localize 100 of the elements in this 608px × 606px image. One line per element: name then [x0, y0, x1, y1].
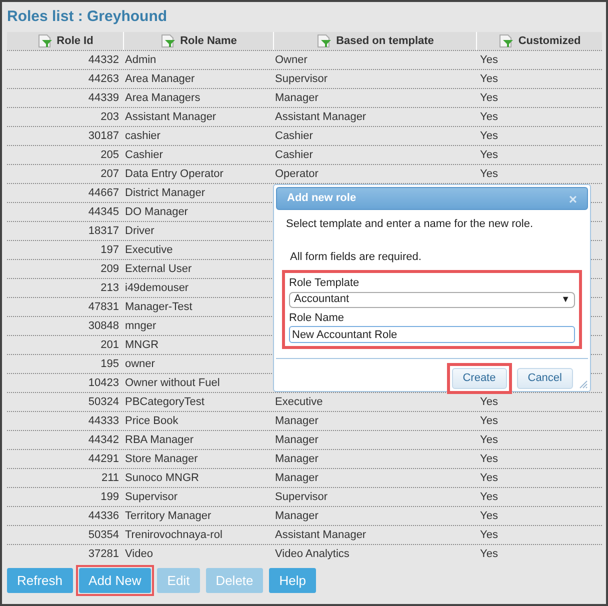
table-cell: Manager: [275, 510, 318, 522]
filter-icon[interactable]: [316, 34, 332, 48]
table-cell: Cashier: [125, 148, 163, 161]
table-cell: Manager: [275, 434, 318, 446]
table-cell: Yes: [480, 548, 498, 560]
table-cell: 44291: [88, 452, 119, 465]
table-cell: Yes: [480, 92, 498, 104]
dialog-title: Add new role: [287, 191, 356, 206]
table-cell: 50354: [88, 528, 119, 541]
name-field[interactable]: New Accountant Role: [289, 326, 575, 343]
table-cell: Area Managers: [125, 92, 200, 104]
table-cell: 44342: [88, 434, 119, 446]
table-cell: Yes: [480, 434, 498, 446]
table-cell: Manager-Test: [125, 300, 192, 313]
action-button[interactable]: Help: [269, 568, 316, 593]
table-cell: Cashier: [275, 148, 313, 161]
column-header[interactable]: Role Name: [180, 32, 237, 50]
table-cell: 47831: [88, 300, 119, 313]
table-cell: Area Manager: [125, 72, 195, 85]
table-cell: Yes: [480, 528, 498, 541]
table-cell: Supervisor: [275, 490, 328, 503]
table-cell: 211: [101, 472, 119, 484]
table-cell: Yes: [480, 510, 498, 522]
table-cell: Driver: [125, 224, 154, 237]
table-cell: Cashier: [275, 130, 313, 142]
action-button[interactable]: Refresh: [7, 568, 73, 593]
table-cell: Yes: [480, 414, 498, 427]
table-cell: Operator: [275, 168, 318, 180]
column-header[interactable]: Role Id: [56, 32, 94, 50]
filter-icon[interactable]: [36, 34, 53, 48]
table-cell: 30187: [88, 130, 119, 142]
table-cell: Supervisor: [125, 490, 178, 503]
table-cell: 44336: [88, 510, 119, 522]
table-cell: Supervisor: [275, 72, 328, 85]
template-dropdown[interactable]: Accountant ▼: [289, 292, 575, 308]
table-cell: Manager: [275, 92, 318, 104]
table-cell: 197: [100, 244, 119, 256]
filter-icon[interactable]: [498, 34, 514, 48]
column-header[interactable]: Based on template: [336, 32, 434, 50]
table-cell: 201: [100, 338, 119, 351]
table-cell: Manager: [275, 472, 318, 484]
table-cell: Executive: [125, 244, 173, 256]
table-cell: Sunoco MNGR: [125, 472, 199, 484]
table-cell: External User: [125, 262, 192, 275]
table-cell: Yes: [480, 452, 498, 465]
table-cell: 37281: [88, 548, 119, 560]
table-cell: 44667: [88, 186, 119, 199]
table-cell: Assistant Manager: [275, 528, 366, 541]
table-cell: Owner: [275, 54, 308, 66]
table-cell: 209: [100, 262, 119, 275]
table-cell: Yes: [480, 110, 498, 123]
filter-icon[interactable]: [160, 34, 176, 48]
table-cell: 44345: [88, 206, 119, 218]
table-cell: 203: [100, 110, 119, 123]
table-cell: mnger: [125, 320, 156, 332]
column-header[interactable]: Customized: [518, 32, 581, 50]
table-cell: MNGR: [125, 338, 159, 351]
table-cell: 213: [100, 282, 119, 294]
table-cell: 205: [100, 148, 119, 161]
table-cell: Yes: [480, 130, 498, 142]
table-cell: District Manager: [125, 186, 206, 199]
table-cell: RBA Manager: [125, 434, 194, 446]
table-cell: PBCategoryTest: [125, 396, 204, 408]
table-cell: Executive: [275, 396, 323, 408]
table-cell: i49demouser: [125, 282, 189, 294]
table-cell: Territory Manager: [125, 510, 212, 522]
table-cell: 30848: [88, 320, 119, 332]
table-cell: 44263: [88, 72, 119, 85]
table-cell: 199: [100, 490, 119, 503]
action-button[interactable]: Add New: [78, 568, 152, 593]
table-cell: Manager: [275, 414, 318, 427]
table-cell: 44333: [88, 414, 119, 427]
table-cell: Manager: [275, 452, 318, 465]
table-cell: Owner without Fuel: [125, 376, 220, 389]
table-cell: 44339: [88, 92, 119, 104]
table-cell: Yes: [480, 490, 498, 503]
dialog-button[interactable]: Cancel: [516, 368, 573, 389]
page-title: Roles list : Greyhound: [7, 7, 168, 27]
dialog-text: All form fields are required.: [289, 250, 422, 264]
table-cell: 195: [100, 358, 119, 370]
table-cell: Video: [125, 548, 153, 560]
table-cell: 10423: [88, 376, 119, 389]
table-cell: Yes: [480, 54, 498, 66]
table-cell: Video Analytics: [275, 548, 350, 560]
table-cell: Data Entry Operator: [125, 168, 224, 180]
dialog-text: Select template and enter a name for the new role.: [286, 217, 534, 232]
table-cell: owner: [125, 358, 155, 370]
table-cell: Store Manager: [125, 452, 198, 465]
table-cell: Yes: [480, 168, 498, 180]
table-cell: Yes: [480, 72, 498, 85]
dialog-button[interactable]: Create: [452, 368, 507, 389]
table-cell: 44332: [88, 54, 119, 66]
table-cell: DO Manager: [125, 206, 188, 218]
table-cell: Assistant Manager: [275, 110, 366, 123]
table-cell: Trenirovochnaya-rol: [125, 528, 222, 541]
table-cell: 207: [100, 168, 119, 180]
table-cell: 50324: [88, 396, 119, 408]
table-cell: cashier: [125, 130, 160, 142]
resize-grip-icon[interactable]: [579, 380, 588, 389]
table-cell: Price Book: [125, 414, 178, 427]
